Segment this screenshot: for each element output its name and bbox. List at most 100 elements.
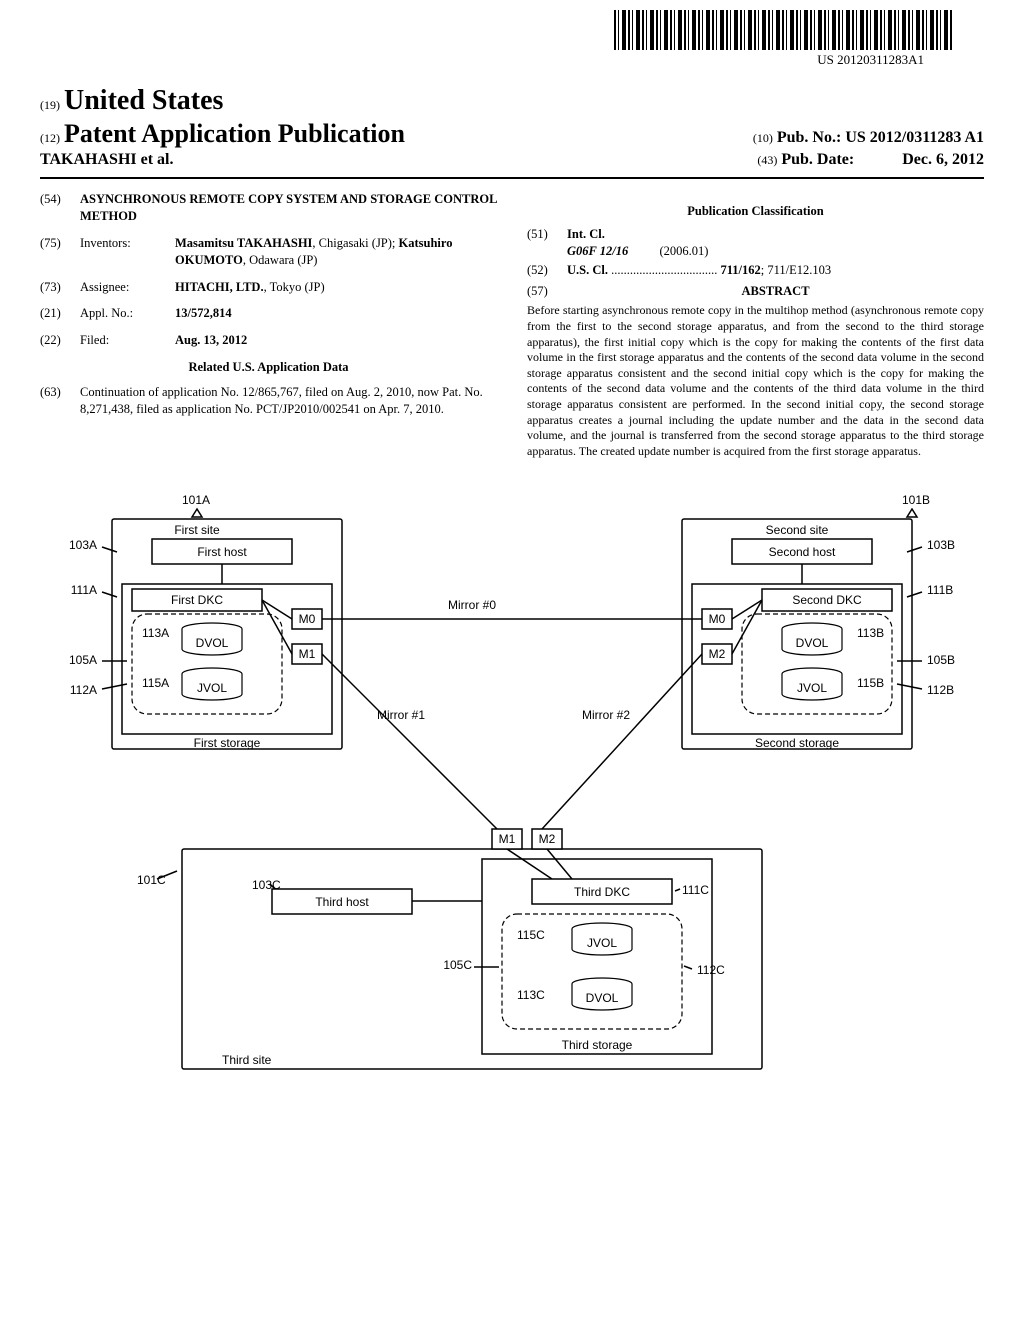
third-site-group: 101C Third site 103C Third host M1 M2 Th… [137, 829, 762, 1069]
svg-text:First DKC: First DKC [171, 593, 223, 607]
publication-type-line: (12) Patent Application Publication (10)… [40, 119, 984, 149]
filed-value: Aug. 13, 2012 [175, 332, 497, 349]
field-54: (54) [40, 191, 80, 225]
svg-text:101A: 101A [182, 493, 210, 507]
inventors-value: Masamitsu TAKAHASHI, Chigasaki (JP); Kat… [175, 235, 497, 269]
svg-text:103A: 103A [69, 538, 97, 552]
field-57: (57) [527, 283, 567, 300]
pub-date-block: (43) Pub. Date: Dec. 6, 2012 [757, 151, 984, 169]
svg-text:113C: 113C [517, 988, 545, 1002]
left-column: (54) ASYNCHRONOUS REMOTE COPY SYSTEM AND… [40, 191, 497, 459]
filed-row: (22) Filed: Aug. 13, 2012 [40, 332, 497, 349]
assignee-row: (73) Assignee: HITACHI, LTD., Tokyo (JP) [40, 279, 497, 296]
svg-text:112A: 112A [70, 683, 97, 697]
svg-text:JVOL: JVOL [797, 681, 827, 695]
related-data-row: (63) Continuation of application No. 12/… [40, 384, 497, 418]
field-19: (19) [40, 98, 60, 112]
svg-text:112C: 112C [697, 963, 725, 977]
field-63: (63) [40, 384, 80, 418]
svg-text:Mirror #1: Mirror #1 [377, 708, 425, 722]
abstract-title: ABSTRACT [567, 283, 984, 300]
field-22: (22) [40, 332, 80, 349]
svg-text:105B: 105B [927, 653, 955, 667]
invention-title: ASYNCHRONOUS REMOTE COPY SYSTEM AND STOR… [80, 191, 497, 225]
svg-text:M2: M2 [539, 832, 556, 846]
field-12: (12) [40, 131, 60, 145]
svg-text:105C: 105C [443, 958, 472, 972]
svg-text:Third host: Third host [315, 895, 369, 909]
int-cl-label: Int. Cl. [567, 227, 605, 241]
country-line: (19) United States [40, 85, 984, 117]
invention-title-row: (54) ASYNCHRONOUS REMOTE COPY SYSTEM AND… [40, 191, 497, 225]
svg-text:111B: 111B [927, 583, 953, 597]
field-73: (73) [40, 279, 80, 296]
field-51: (51) [527, 226, 567, 260]
author-names: TAKAHASHI et al. [40, 151, 173, 169]
int-cl-date: (2006.01) [660, 244, 709, 258]
svg-text:113B: 113B [857, 626, 884, 640]
field-75: (75) [40, 235, 80, 269]
svg-text:JVOL: JVOL [197, 681, 227, 695]
barcode-label: US 20120311283A1 [817, 52, 924, 68]
svg-text:113A: 113A [142, 626, 169, 640]
document-header: (19) United States (12) Patent Applicati… [40, 85, 984, 169]
second-site-group: 101B Second site 103B Second host 111B S… [682, 493, 955, 750]
body-columns: (54) ASYNCHRONOUS REMOTE COPY SYSTEM AND… [40, 191, 984, 459]
filed-label: Filed: [80, 332, 175, 349]
right-column: Publication Classification (51) Int. Cl.… [527, 191, 984, 459]
svg-text:DVOL: DVOL [586, 991, 619, 1005]
field-10: (10) [753, 131, 773, 145]
svg-text:First site: First site [174, 523, 220, 537]
svg-text:115B: 115B [857, 676, 884, 690]
assignee-value: HITACHI, LTD., Tokyo (JP) [175, 279, 497, 296]
svg-text:Second host: Second host [769, 545, 836, 559]
assignee-loc: , Tokyo (JP) [264, 280, 325, 294]
us-cl-row: (52) U.S. Cl. ..........................… [527, 262, 984, 279]
pub-date-label: Pub. Date: [781, 151, 854, 168]
appl-no-row: (21) Appl. No.: 13/572,814 [40, 305, 497, 322]
author-pubdate-line: TAKAHASHI et al. (43) Pub. Date: Dec. 6,… [40, 151, 984, 169]
publication-type: Patent Application Publication [64, 119, 405, 148]
svg-text:JVOL: JVOL [587, 936, 617, 950]
appl-no-label: Appl. No.: [80, 305, 175, 322]
svg-text:103B: 103B [927, 538, 955, 552]
inventors-label: Inventors: [80, 235, 175, 269]
svg-text:DVOL: DVOL [196, 636, 229, 650]
svg-text:112B: 112B [927, 683, 954, 697]
svg-text:M1: M1 [299, 647, 316, 661]
svg-text:115C: 115C [517, 928, 545, 942]
int-cl-value: Int. Cl. G06F 12/16 (2006.01) [567, 226, 984, 260]
pub-date-value: Dec. 6, 2012 [902, 151, 984, 168]
svg-text:Third site: Third site [222, 1053, 272, 1067]
assignee-name: HITACHI, LTD. [175, 280, 264, 294]
us-cl-label: U.S. Cl. [567, 263, 608, 277]
svg-text:M2: M2 [709, 647, 726, 661]
int-cl-row: (51) Int. Cl. G06F 12/16 (2006.01) [527, 226, 984, 260]
classification-title: Publication Classification [527, 203, 984, 220]
inventors-row: (75) Inventors: Masamitsu TAKAHASHI, Chi… [40, 235, 497, 269]
svg-text:111A: 111A [71, 583, 97, 597]
pub-no-value: US 2012/0311283 A1 [845, 129, 984, 146]
svg-text:First host: First host [197, 545, 247, 559]
us-cl-extra: ; 711/E12.103 [761, 263, 831, 277]
svg-text:Second site: Second site [766, 523, 829, 537]
field-21: (21) [40, 305, 80, 322]
country-name: United States [64, 85, 223, 116]
field-43: (43) [757, 153, 777, 167]
svg-text:Third DKC: Third DKC [574, 885, 630, 899]
svg-text:DVOL: DVOL [796, 636, 829, 650]
svg-text:115A: 115A [142, 676, 169, 690]
inventor-2-loc: , Odawara (JP) [243, 253, 318, 267]
svg-text:M1: M1 [499, 832, 516, 846]
svg-text:Second DKC: Second DKC [792, 593, 862, 607]
related-data-text: Continuation of application No. 12/865,7… [80, 384, 497, 418]
header-divider [40, 177, 984, 179]
abstract-title-row: (57) ABSTRACT [527, 283, 984, 300]
svg-text:Mirror #2: Mirror #2 [582, 708, 630, 722]
field-52: (52) [527, 262, 567, 279]
assignee-label: Assignee: [80, 279, 175, 296]
us-cl-value: U.S. Cl. ...............................… [567, 262, 984, 279]
inventor-1-loc: , Chigasaki (JP); [312, 236, 398, 250]
appl-no-value: 13/572,814 [175, 305, 497, 322]
pub-no-block: (10) Pub. No.: US 2012/0311283 A1 [753, 129, 984, 147]
